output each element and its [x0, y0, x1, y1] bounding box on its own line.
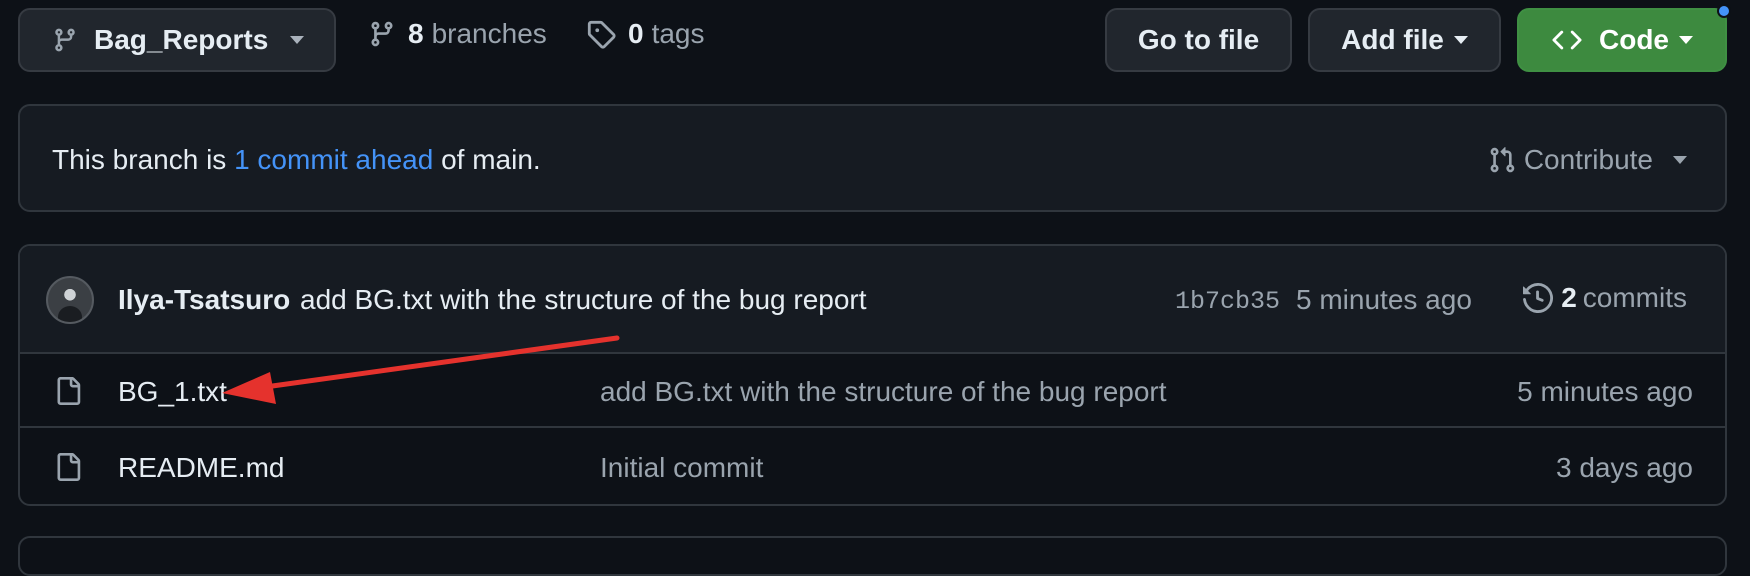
go-to-file-label: Go to file	[1137, 24, 1260, 55]
commit-message-link[interactable]: add BG.txt with the structure of the bug…	[300, 284, 867, 316]
git-pull-request-icon	[1490, 147, 1515, 173]
contribute-label: Contribute	[1523, 144, 1653, 175]
git-branch-icon	[371, 21, 393, 47]
commit-author-link[interactable]: Ilya-Tsatsuro	[118, 284, 290, 316]
commit-time: 5 minutes ago	[1296, 284, 1472, 315]
table-row: BG_1.txt add BG.txt with the structure o…	[20, 354, 1725, 428]
go-to-file-button[interactable]: Go to file	[1105, 8, 1292, 72]
branch-select-button[interactable]: Bag_Reports	[18, 8, 336, 72]
file-name-link[interactable]: BG_1.txt	[118, 376, 227, 408]
latest-commit-header: Ilya-Tsatsuro add BG.txt with the struct…	[20, 246, 1725, 354]
file-icon	[57, 453, 81, 481]
chevron-down-icon	[290, 36, 305, 44]
branches-label: branches	[431, 18, 547, 49]
history-icon	[1523, 283, 1554, 313]
commits-history-link[interactable]: 2 commits	[1523, 282, 1687, 314]
code-button[interactable]: Code	[1517, 4, 1731, 72]
file-commit-message-link[interactable]: add BG.txt with the structure of the bug…	[600, 376, 1167, 408]
readme-box	[18, 536, 1727, 576]
contribute-button[interactable]: Contribute	[1488, 144, 1687, 176]
git-branch-icon	[55, 28, 75, 52]
tags-link[interactable]: 0 tags	[586, 18, 705, 50]
notification-dot	[1717, 4, 1731, 18]
avatar[interactable]	[46, 276, 94, 324]
branches-count: 8	[408, 18, 424, 49]
branch-name: Bag_Reports	[94, 24, 269, 55]
commits-ahead-link[interactable]: 1 commit ahead	[234, 144, 433, 175]
file-commit-time: 3 days ago	[1556, 452, 1693, 483]
file-icon	[57, 377, 81, 405]
branch-status-message: This branch is 1 commit ahead of main.	[52, 144, 541, 176]
chevron-down-icon	[1673, 156, 1687, 164]
chevron-down-icon	[1453, 36, 1468, 44]
file-table: Ilya-Tsatsuro add BG.txt with the struct…	[18, 244, 1727, 506]
file-commit-time: 5 minutes ago	[1517, 376, 1693, 407]
branch-status-banner: This branch is 1 commit ahead of main. C…	[18, 104, 1727, 212]
commit-sha-link[interactable]: 1b7cb35	[1175, 287, 1280, 316]
add-file-label: Add file	[1341, 24, 1444, 55]
tag-icon	[587, 20, 616, 49]
tags-count: 0	[628, 18, 644, 49]
tags-label: tags	[651, 18, 705, 49]
code-icon	[1552, 30, 1582, 50]
add-file-button[interactable]: Add file	[1308, 8, 1501, 72]
chevron-down-icon	[1679, 36, 1693, 44]
file-name-link[interactable]: README.md	[118, 452, 284, 484]
status-prefix: This branch is	[52, 144, 235, 175]
commits-label: commits	[1582, 282, 1687, 313]
table-row: README.md Initial commit 3 days ago	[20, 430, 1725, 504]
code-label: Code	[1599, 24, 1669, 55]
status-suffix: of main.	[433, 144, 541, 175]
branches-link[interactable]: 8 branches	[368, 18, 547, 50]
file-commit-message-link[interactable]: Initial commit	[600, 452, 763, 484]
commits-count: 2	[1561, 282, 1577, 313]
